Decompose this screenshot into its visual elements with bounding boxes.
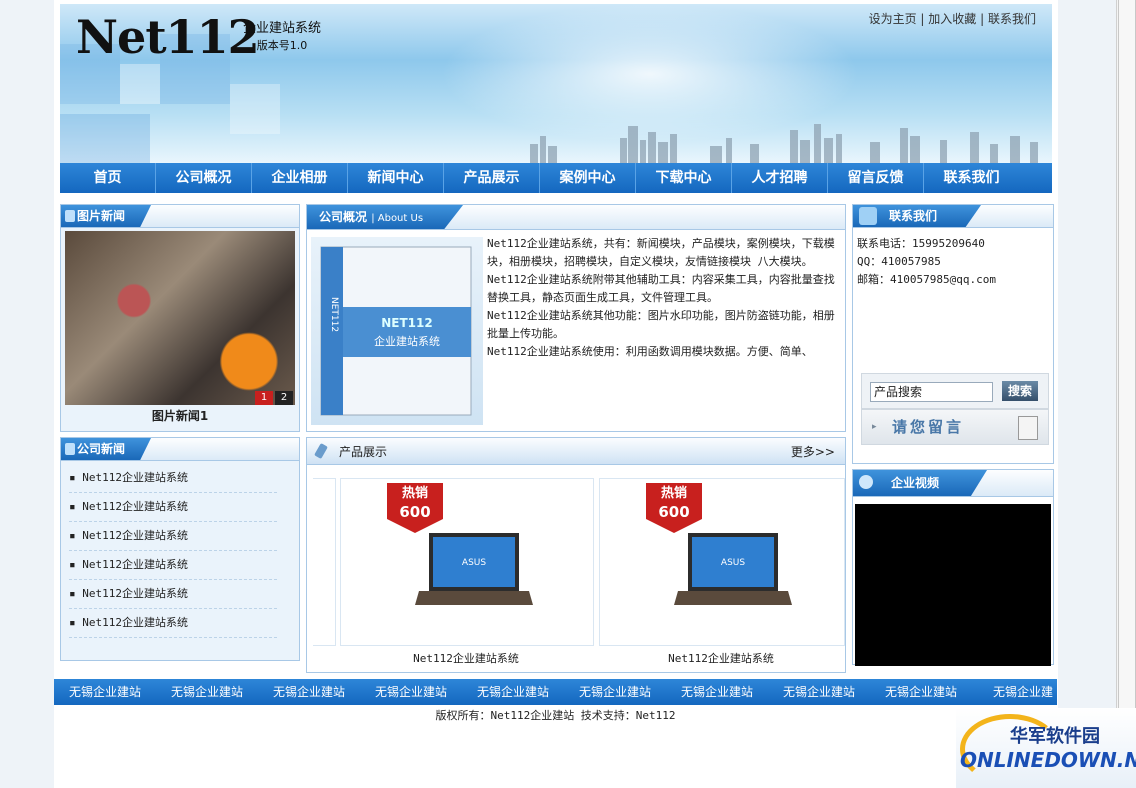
- product-box-image: NET112 NET112 企业建站系统: [311, 237, 483, 425]
- marquee-link[interactable]: 无锡企业建站: [54, 679, 156, 705]
- news-item[interactable]: Net112企业建站系统: [69, 464, 277, 493]
- marquee-link[interactable]: 无锡企业建: [972, 679, 1057, 705]
- contact-title: 联系我们: [889, 209, 938, 223]
- search-button[interactable]: 搜索: [1002, 381, 1038, 401]
- nav-contact[interactable]: 联系我们: [924, 163, 1019, 193]
- nav-products[interactable]: 产品展示: [444, 163, 540, 193]
- marquee-link[interactable]: 无锡企业建站: [462, 679, 564, 705]
- top-links: 设为主页 | 加入收藏 | 联系我们: [868, 12, 1036, 26]
- product-card[interactable]: 热销 600 ASUS: [599, 478, 845, 646]
- contact-info: 联系电话：15995209640 QQ：410057985 邮箱：4100579…: [857, 235, 996, 289]
- onlinedown-watermark: 华军软件园 ONLINEDOWN.NET: [956, 708, 1136, 788]
- scrollbar-thumb[interactable]: [1118, 0, 1136, 775]
- news-item[interactable]: Net112企业建站系统: [69, 609, 277, 638]
- search-input[interactable]: 产品搜索: [870, 382, 993, 402]
- products-more-link[interactable]: 更多>>: [791, 443, 835, 460]
- laptop-image: ASUS: [674, 533, 792, 605]
- products-panel: 产品展示 更多>> 热销 600 ASUS Net112企业建站系统 热销 600 …: [306, 437, 846, 673]
- main-nav: 首页 公司概况 企业相册 新闻中心 产品展示 案例中心 下载中心 人才招聘 留言…: [60, 163, 1052, 193]
- leave-message-button[interactable]: ▸ 请您留言: [861, 409, 1049, 445]
- about-paragraph: Net112企业建站系统附带其他辅助工具：内容采集工具，内容批量查找替换工具，静…: [487, 273, 835, 304]
- product-prev-partial: [313, 478, 336, 646]
- contact-us-link[interactable]: 联系我们: [988, 12, 1036, 26]
- about-text: Net112企业建站系统，共有：新闻模块，产品模块，案例模块，下载模块，相册模块…: [487, 235, 843, 361]
- nav-jobs[interactable]: 人才招聘: [732, 163, 828, 193]
- hot-badge: 热销 600: [646, 483, 702, 533]
- site-logo: Net112: [76, 10, 260, 64]
- photo-page-2[interactable]: 2: [275, 391, 293, 405]
- footer-copyright: 版权所有：Net112企业建站 技术支持：Net112: [435, 709, 676, 722]
- news-list: Net112企业建站系统 Net112企业建站系统 Net112企业建站系统 N…: [69, 464, 277, 638]
- links-marquee: 无锡企业建站 无锡企业建站 无锡企业建站 无锡企业建站 无锡企业建站 无锡企业建站 无锡企业…: [54, 679, 1057, 705]
- about-panel: 公司概况 | About Us NET112 NET112 企业建站系统 Net…: [306, 204, 846, 432]
- nav-cases[interactable]: 案例中心: [540, 163, 636, 193]
- company-news-panel: 公司新闻 Net112企业建站系统 Net112企业建站系统 Net112企业建…: [60, 437, 300, 661]
- nav-home[interactable]: 首页: [60, 163, 156, 193]
- video-panel: 企业视频: [852, 469, 1054, 666]
- hot-badge: 热销 600: [387, 483, 443, 533]
- photo-page-1[interactable]: 1: [255, 391, 273, 405]
- contact-qq: QQ：410057985: [857, 255, 941, 268]
- about-subtitle: | About Us: [371, 213, 424, 224]
- notepad-icon: [1018, 416, 1038, 440]
- box-brand: NET112: [381, 316, 432, 330]
- play-icon: [859, 475, 873, 489]
- about-paragraph: Net112企业建站系统其他功能：图片水印功能，图片防盗链功能，相册批量上传功能…: [487, 309, 835, 340]
- contact-panel: 联系我们 联系电话：15995209640 QQ：410057985 邮箱：41…: [852, 204, 1054, 464]
- contact-phone: 联系电话：15995209640: [857, 237, 985, 250]
- product-name[interactable]: Net112企业建站系统: [340, 650, 592, 666]
- city-skyline: [530, 124, 1038, 164]
- product-search: 产品搜索 搜索: [861, 373, 1049, 409]
- header-banner: Net112 企业建站系统 版本号1.0 设为主页 | 加入收藏 | 联系我们: [60, 4, 1052, 164]
- nav-feedback[interactable]: 留言反馈: [828, 163, 924, 193]
- marquee-link[interactable]: 无锡企业建站: [666, 679, 768, 705]
- box-title: 企业建站系统: [374, 334, 440, 348]
- arrow-icon: ▸: [872, 422, 877, 432]
- contact-icon: [859, 207, 877, 225]
- nav-album[interactable]: 企业相册: [252, 163, 348, 193]
- about-paragraph: Net112企业建站系统使用：利用函数调用模块数据。方便、简单、: [487, 345, 813, 358]
- leave-message-label: 请您留言: [892, 418, 965, 436]
- logo-subtitle: 企业建站系统 版本号1.0: [243, 21, 322, 52]
- box-brand-vertical: NET112: [329, 297, 339, 332]
- nav-news[interactable]: 新闻中心: [348, 163, 444, 193]
- news-item[interactable]: Net112企业建站系统: [69, 522, 277, 551]
- photo-news-panel: 图片新闻 1 2 图片新闻1: [60, 204, 300, 432]
- news-icon: [65, 443, 75, 455]
- news-item[interactable]: Net112企业建站系统: [69, 493, 277, 522]
- nav-company-overview[interactable]: 公司概况: [156, 163, 252, 193]
- marquee-link[interactable]: 无锡企业建站: [258, 679, 360, 705]
- products-title: 产品展示: [339, 445, 388, 459]
- news-photo[interactable]: 1 2: [65, 231, 295, 405]
- marquee-link[interactable]: 无锡企业建站: [768, 679, 870, 705]
- photo-caption[interactable]: 图片新闻1: [61, 407, 299, 424]
- photo-icon: [65, 210, 75, 222]
- add-favorite-link[interactable]: 加入收藏: [928, 12, 976, 26]
- laptop-image: ASUS: [415, 533, 533, 605]
- about-paragraph: Net112企业建站系统，共有：新闻模块，产品模块，案例模块，下载模块，相册模块…: [487, 237, 835, 268]
- marquee-link[interactable]: 无锡企业建站: [564, 679, 666, 705]
- video-title: 企业视频: [891, 476, 940, 490]
- nav-downloads[interactable]: 下载中心: [636, 163, 732, 193]
- contact-email: 邮箱：410057985@qq.com: [857, 273, 996, 286]
- svg-text:ASUS: ASUS: [462, 558, 486, 568]
- product-card[interactable]: 热销 600 ASUS: [340, 478, 594, 646]
- set-homepage-link[interactable]: 设为主页: [869, 12, 917, 26]
- company-news-title: 公司新闻: [77, 442, 126, 456]
- news-item[interactable]: Net112企业建站系统: [69, 580, 277, 609]
- marquee-link[interactable]: 无锡企业建站: [870, 679, 972, 705]
- pen-icon: [314, 442, 328, 460]
- about-title: 公司概况: [319, 210, 368, 224]
- marquee-link[interactable]: 无锡企业建站: [360, 679, 462, 705]
- marquee-link[interactable]: 无锡企业建站: [156, 679, 258, 705]
- video-player[interactable]: [855, 504, 1051, 666]
- news-item[interactable]: Net112企业建站系统: [69, 551, 277, 580]
- photo-news-title: 图片新闻: [77, 209, 126, 223]
- svg-text:ASUS: ASUS: [721, 558, 745, 568]
- product-name[interactable]: Net112企业建站系统: [599, 650, 843, 666]
